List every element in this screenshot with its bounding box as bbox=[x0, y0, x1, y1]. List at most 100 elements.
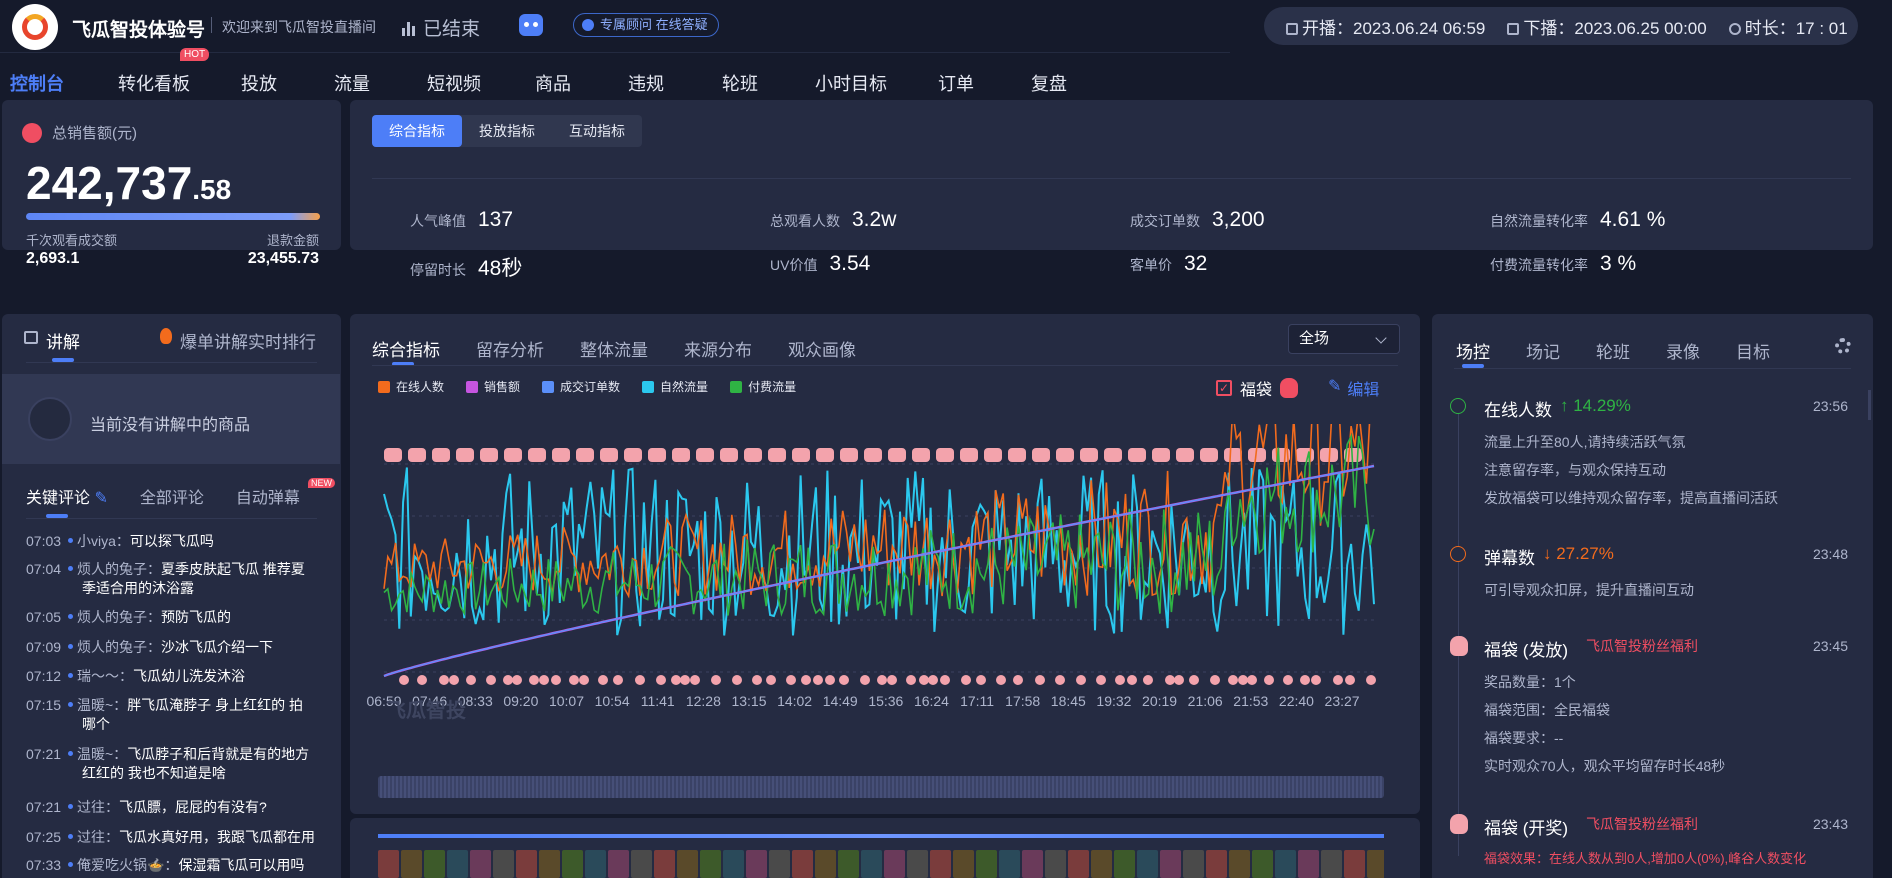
tab-overall[interactable]: 综合指标 bbox=[372, 115, 462, 147]
video-thumbnail[interactable] bbox=[539, 850, 560, 878]
video-thumbnail[interactable] bbox=[401, 850, 422, 878]
app-logo[interactable] bbox=[12, 4, 58, 50]
tab-source[interactable]: 来源分布 bbox=[684, 336, 752, 361]
video-thumbnail[interactable] bbox=[608, 850, 629, 878]
tab-products[interactable]: 商品 bbox=[535, 70, 571, 96]
video-thumbnail[interactable] bbox=[516, 850, 537, 878]
video-thumbnail[interactable] bbox=[1321, 850, 1342, 878]
tab-all-comments[interactable]: 全部评论 bbox=[140, 484, 204, 508]
video-thumbnail[interactable] bbox=[999, 850, 1020, 878]
range-slider[interactable] bbox=[378, 776, 1384, 798]
legend-item[interactable]: 销售额 bbox=[466, 378, 520, 395]
tab-console[interactable]: 控制台 bbox=[10, 70, 64, 96]
video-thumbnail[interactable] bbox=[1160, 850, 1181, 878]
tab-audience[interactable]: 观众画像 bbox=[788, 336, 856, 361]
legend-item[interactable]: 成交订单数 bbox=[542, 378, 620, 395]
tab-explain[interactable]: 讲解 bbox=[24, 328, 80, 353]
video-thumbnail[interactable] bbox=[1206, 850, 1227, 878]
gear-icon[interactable] bbox=[1835, 338, 1851, 354]
advisor-button[interactable]: 专属顾问 在线答疑 bbox=[573, 13, 719, 37]
tab-ads[interactable]: 投放 bbox=[241, 70, 277, 96]
tab-conversion[interactable]: 转化看板 bbox=[118, 70, 190, 96]
tab-ad-metrics[interactable]: 投放指标 bbox=[462, 115, 552, 147]
video-thumbnail[interactable] bbox=[746, 850, 767, 878]
video-thumbnail[interactable] bbox=[1045, 850, 1066, 878]
tab-auto-barrage[interactable]: 自动弹幕 bbox=[236, 484, 300, 508]
video-thumbnail[interactable] bbox=[378, 850, 399, 878]
tab-retention[interactable]: 留存分析 bbox=[476, 336, 544, 361]
video-thumbnail[interactable] bbox=[1344, 850, 1365, 878]
video-thumbnail[interactable] bbox=[654, 850, 675, 878]
video-thumbnails[interactable] bbox=[378, 850, 1384, 878]
tab-shift[interactable]: 轮班 bbox=[1596, 338, 1630, 363]
video-thumbnail[interactable] bbox=[861, 850, 882, 878]
comment-item[interactable]: 07:21 过往：飞瓜膘，屁屁的有没有? bbox=[26, 798, 326, 817]
tab-field-notes[interactable]: 场记 bbox=[1526, 338, 1560, 363]
video-thumbnail[interactable] bbox=[700, 850, 721, 878]
video-thumbnail[interactable] bbox=[1022, 850, 1043, 878]
tab-hourly-target[interactable]: 小时目标 bbox=[815, 70, 887, 96]
comment-item[interactable]: 07:25 过往：飞瓜水真好用，我跟飞瓜都在用 bbox=[26, 828, 326, 847]
video-thumbnail[interactable] bbox=[953, 850, 974, 878]
legend-item[interactable]: 在线人数 bbox=[378, 378, 444, 395]
comment-item[interactable]: 07:33 俺爱吃火锅🍲：保湿霜飞瓜可以用吗 bbox=[26, 856, 326, 875]
tab-hot-ranking[interactable]: 爆单讲解实时排行 bbox=[160, 328, 316, 353]
video-thumbnail[interactable] bbox=[424, 850, 445, 878]
tab-shifts[interactable]: 轮班 bbox=[722, 70, 758, 96]
legend-item[interactable]: 自然流量 bbox=[642, 378, 708, 395]
tab-key-comments[interactable]: 关键评论 ✎ bbox=[26, 484, 108, 508]
video-thumbnail[interactable] bbox=[1068, 850, 1089, 878]
scrollbar[interactable] bbox=[1868, 390, 1871, 420]
video-thumbnail[interactable] bbox=[585, 850, 606, 878]
video-thumbnail[interactable] bbox=[470, 850, 491, 878]
comment-item[interactable]: 07:03 小viya：可以探飞瓜吗 bbox=[26, 532, 326, 551]
robot-icon[interactable] bbox=[519, 14, 543, 36]
video-thumbnail[interactable] bbox=[769, 850, 790, 878]
video-thumbnail[interactable] bbox=[631, 850, 652, 878]
video-thumbnail[interactable] bbox=[907, 850, 928, 878]
tab-orders[interactable]: 订单 bbox=[938, 70, 974, 96]
tab-traffic[interactable]: 流量 bbox=[334, 70, 370, 96]
tab-field-control[interactable]: 场控 bbox=[1456, 338, 1490, 363]
comment-item[interactable]: 07:15 温暖~：胖飞瓜淹脖子 身上红红的 拍哪个 bbox=[26, 696, 326, 734]
video-thumbnail[interactable] bbox=[493, 850, 514, 878]
tab-recording[interactable]: 录像 bbox=[1666, 338, 1700, 363]
video-thumbnail[interactable] bbox=[1183, 850, 1204, 878]
comment-item[interactable]: 07:04 烦人的兔子：夏季皮肤起飞瓜 推荐夏 季适合用的沐浴露 bbox=[26, 560, 326, 598]
tab-overall-traffic[interactable]: 整体流量 bbox=[580, 336, 648, 361]
video-thumbnail[interactable] bbox=[1091, 850, 1112, 878]
comment-item[interactable]: 07:12 瑞～～：飞瓜幼儿洗发沐浴 bbox=[26, 667, 326, 686]
fudai-toggle[interactable]: ✓ 福袋 bbox=[1216, 376, 1299, 400]
video-thumbnail[interactable] bbox=[1275, 850, 1296, 878]
checkbox-icon[interactable]: ✓ bbox=[1216, 380, 1232, 396]
tab-short-video[interactable]: 短视频 bbox=[427, 70, 481, 96]
video-thumbnail[interactable] bbox=[1252, 850, 1273, 878]
tab-goal[interactable]: 目标 bbox=[1736, 338, 1770, 363]
tab-review[interactable]: 复盘 bbox=[1031, 70, 1067, 96]
comment-item[interactable]: 07:05 烦人的兔子：预防飞瓜的 bbox=[26, 608, 326, 627]
edit-button[interactable]: ✎ 编辑 bbox=[1328, 376, 1379, 400]
video-thumbnail[interactable] bbox=[1298, 850, 1319, 878]
video-thumbnail[interactable] bbox=[723, 850, 744, 878]
video-thumbnail[interactable] bbox=[677, 850, 698, 878]
comment-item[interactable]: 07:21 温暖~：飞瓜脖子和后背就是有的地方 红红的 我也不知道是啥 bbox=[26, 745, 326, 783]
line-chart[interactable]: 06:59 07:46 08:33 09:20 10:07 10:54 11:41 12:28… bbox=[364, 424, 1394, 724]
tab-violations[interactable]: 违规 bbox=[628, 70, 664, 96]
video-thumbnail[interactable] bbox=[976, 850, 997, 878]
video-thumbnail[interactable] bbox=[447, 850, 468, 878]
video-thumbnail[interactable] bbox=[1229, 850, 1250, 878]
tab-overall-chart[interactable]: 综合指标 bbox=[372, 336, 440, 361]
pencil-icon[interactable]: ✎ bbox=[94, 490, 107, 507]
video-thumbnail[interactable] bbox=[815, 850, 836, 878]
legend-item[interactable]: 付费流量 bbox=[730, 378, 796, 395]
video-thumbnail[interactable] bbox=[1114, 850, 1135, 878]
video-thumbnail[interactable] bbox=[930, 850, 951, 878]
video-thumbnail[interactable] bbox=[838, 850, 859, 878]
comment-item[interactable]: 07:09 烦人的兔子：沙冰飞瓜介绍一下 bbox=[26, 638, 326, 657]
video-thumbnail[interactable] bbox=[1137, 850, 1158, 878]
video-thumbnail[interactable] bbox=[884, 850, 905, 878]
video-thumbnail[interactable] bbox=[792, 850, 813, 878]
video-thumbnail[interactable] bbox=[562, 850, 583, 878]
video-thumbnail[interactable] bbox=[1367, 850, 1384, 878]
tab-interaction[interactable]: 互动指标 bbox=[552, 115, 642, 147]
